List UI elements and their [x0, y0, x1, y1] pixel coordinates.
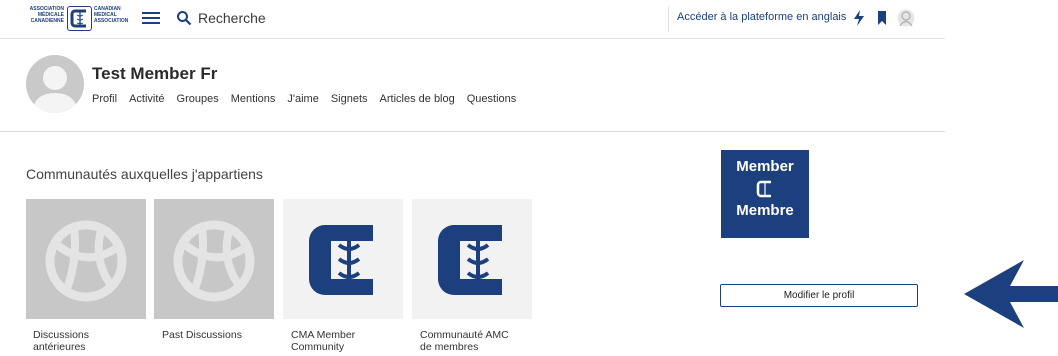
profile-header: Test Member Fr Profil Activité Groupes M… — [0, 39, 945, 132]
edit-profile-button[interactable]: Modifier le profil — [720, 284, 918, 307]
communities-heading: Communautés auxquelles j'appartiens — [26, 166, 263, 182]
label-line: Communauté AMC — [420, 329, 509, 341]
globe-icon — [173, 220, 255, 302]
user-icon[interactable] — [897, 9, 915, 27]
cma-logo-icon — [438, 225, 502, 295]
member-badge: Member Membre — [721, 150, 809, 238]
logo-line: CANADIENNE — [30, 18, 64, 24]
badge-line-membre: Membre — [736, 202, 794, 219]
badge-line-member: Member — [736, 158, 794, 175]
profile-name: Test Member Fr — [92, 64, 218, 83]
switch-language-link[interactable]: Accéder à la plateforme en anglais — [677, 11, 846, 23]
community-label[interactable]: CMA Member Community — [291, 329, 409, 353]
community-label[interactable]: Past Discussions — [162, 329, 280, 341]
tab-profil[interactable]: Profil — [92, 93, 117, 105]
search-label: Recherche — [198, 10, 266, 26]
tab-articles-de-blog[interactable]: Articles de blog — [380, 93, 455, 105]
logo-english-text: CANADIAN MEDICAL ASSOCIATION — [94, 6, 134, 24]
tab-questions[interactable]: Questions — [467, 93, 517, 105]
tab-jaime[interactable]: J'aime — [287, 93, 318, 105]
tab-groupes[interactable]: Groupes — [177, 93, 219, 105]
label-line: antérieures — [33, 341, 86, 353]
arrow-left-icon — [964, 260, 1058, 328]
menu-icon[interactable] — [142, 10, 160, 26]
bookmark-icon[interactable] — [877, 11, 887, 25]
cma-logo-icon — [309, 225, 373, 295]
divider — [668, 6, 669, 32]
search-icon — [177, 11, 192, 26]
tab-mentions[interactable]: Mentions — [231, 93, 276, 105]
community-tile-discussions-anterieures[interactable] — [26, 199, 146, 319]
profile-tabs: Profil Activité Groupes Mentions J'aime … — [92, 93, 516, 105]
tab-activite[interactable]: Activité — [129, 93, 164, 105]
logo-line: ASSOCIATION — [94, 18, 129, 24]
avatar[interactable] — [26, 55, 84, 113]
label-line: Community — [291, 341, 345, 353]
community-tile-past-discussions[interactable] — [154, 199, 274, 319]
community-label[interactable]: Discussions antérieures — [33, 329, 151, 353]
label-line: Past Discussions — [162, 329, 242, 341]
community-tile-communaute-amc[interactable] — [412, 199, 532, 319]
logo-french-text: ASSOCIATION MÉDICALE CANADIENNE — [26, 6, 64, 24]
label-line: CMA Member — [291, 329, 356, 341]
top-navigation-bar: ASSOCIATION MÉDICALE CANADIENNE CANADIAN… — [0, 0, 945, 39]
community-tile-cma-member-community[interactable] — [283, 199, 403, 319]
lightning-icon[interactable] — [853, 10, 865, 26]
user-silhouette-icon — [32, 66, 78, 113]
cma-caduceus-icon — [756, 180, 771, 198]
cma-logo[interactable]: ASSOCIATION MÉDICALE CANADIENNE CANADIAN… — [26, 4, 132, 32]
globe-icon — [45, 220, 127, 302]
tab-signets[interactable]: Signets — [331, 93, 368, 105]
community-label[interactable]: Communauté AMC de membres — [420, 329, 538, 353]
label-line: Discussions — [33, 329, 90, 341]
label-line: de membres — [420, 341, 479, 353]
cma-caduceus-icon — [67, 6, 92, 31]
search-input[interactable]: Recherche — [176, 8, 266, 28]
